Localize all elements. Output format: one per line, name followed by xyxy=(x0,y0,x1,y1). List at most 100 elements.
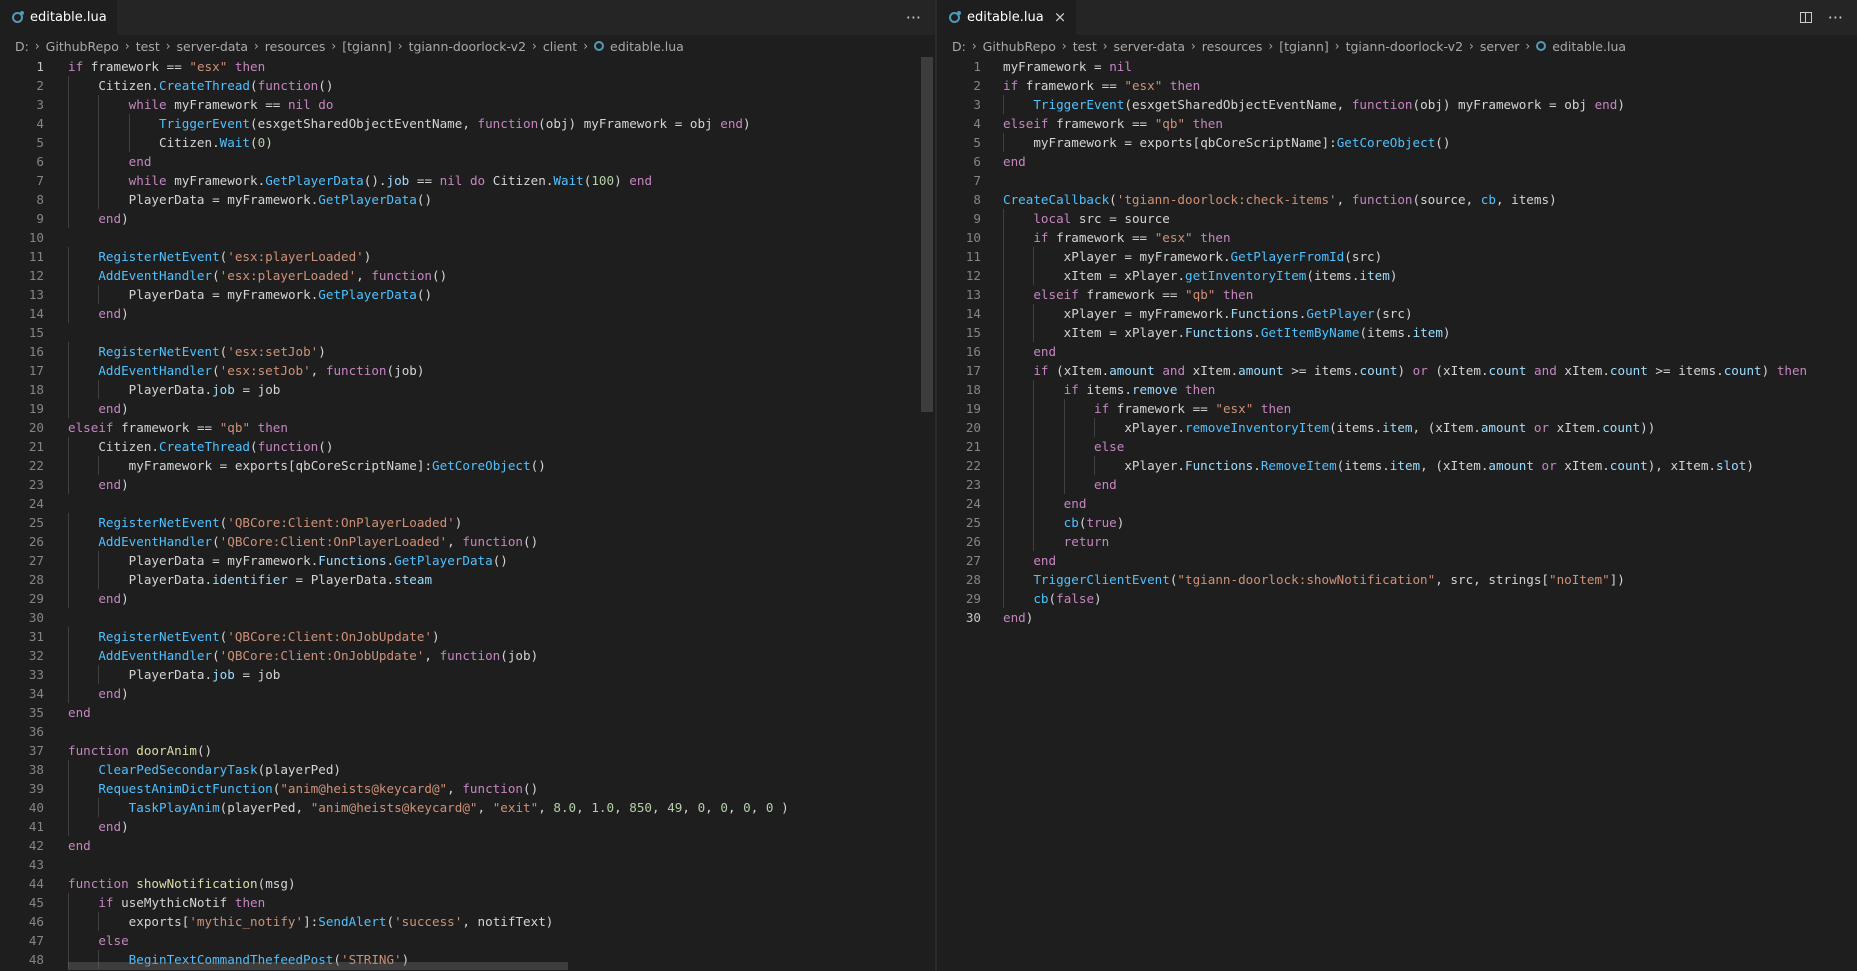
code-line[interactable]: 16 end xyxy=(937,342,1857,361)
breadcrumb-item[interactable]: [tgiann] xyxy=(1279,39,1329,54)
breadcrumb-item[interactable]: tgiann-doorlock-v2 xyxy=(409,39,526,54)
code-line[interactable]: 43 xyxy=(0,855,935,874)
code-line[interactable]: 2 Citizen.CreateThread(function() xyxy=(0,76,935,95)
code-line[interactable]: 35 end xyxy=(0,703,935,722)
code-line[interactable]: 28 TriggerClientEvent("tgiann-doorlock:s… xyxy=(937,570,1857,589)
code-line[interactable]: 37 function doorAnim() xyxy=(0,741,935,760)
breadcrumb-item[interactable]: resources xyxy=(265,39,326,54)
breadcrumb-item[interactable]: D: xyxy=(15,39,29,54)
breadcrumb-item[interactable]: GithubRepo xyxy=(983,39,1056,54)
breadcrumb-item[interactable]: test xyxy=(136,39,160,54)
code-line[interactable]: 26 return xyxy=(937,532,1857,551)
code-line[interactable]: 29 cb(false) xyxy=(937,589,1857,608)
code-line[interactable]: 11 xPlayer = myFramework.GetPlayerFromId… xyxy=(937,247,1857,266)
code-line[interactable]: 19 if framework == "esx" then xyxy=(937,399,1857,418)
code-line[interactable]: 25 RegisterNetEvent('QBCore:Client:OnPla… xyxy=(0,513,935,532)
code-line[interactable]: 8 CreateCallback('tgiann-doorlock:check-i… xyxy=(937,190,1857,209)
code-line[interactable]: 1 if framework == "esx" then xyxy=(0,57,935,76)
code-line[interactable]: 19 end) xyxy=(0,399,935,418)
code-line[interactable]: 32 AddEventHandler('QBCore:Client:OnJobU… xyxy=(0,646,935,665)
code-line[interactable]: 6 end xyxy=(0,152,935,171)
breadcrumb-item[interactable]: test xyxy=(1073,39,1097,54)
code-line[interactable]: 3 while myFramework == nil do xyxy=(0,95,935,114)
breadcrumb-item[interactable]: client xyxy=(543,39,577,54)
code-line[interactable]: 6 end xyxy=(937,152,1857,171)
code-line[interactable]: 27 end xyxy=(937,551,1857,570)
breadcrumb-item[interactable]: resources xyxy=(1202,39,1263,54)
code-line[interactable]: 21 else xyxy=(937,437,1857,456)
code-line[interactable]: 34 end) xyxy=(0,684,935,703)
code-line[interactable]: 10 xyxy=(0,228,935,247)
more-actions-icon[interactable]: ··· xyxy=(906,8,921,27)
code-line[interactable]: 36 xyxy=(0,722,935,741)
code-line[interactable]: 33 PlayerData.job = job xyxy=(0,665,935,684)
code-line[interactable]: 44 function showNotification(msg) xyxy=(0,874,935,893)
code-line[interactable]: 30 xyxy=(0,608,935,627)
more-actions-icon[interactable]: ··· xyxy=(1828,8,1843,27)
code-line[interactable]: 17 AddEventHandler('esx:setJob', functio… xyxy=(0,361,935,380)
code-line[interactable]: 27 PlayerData = myFramework.Functions.Ge… xyxy=(0,551,935,570)
code-line[interactable]: 20 elseif framework == "qb" then xyxy=(0,418,935,437)
code-line[interactable]: 4 TriggerEvent(esxgetSharedObjectEventNa… xyxy=(0,114,935,133)
code-line[interactable]: 23 end) xyxy=(0,475,935,494)
breadcrumb-item[interactable]: server-data xyxy=(1114,39,1185,54)
code-line[interactable]: 38 ClearPedSecondaryTask(playerPed) xyxy=(0,760,935,779)
code-line[interactable]: 26 AddEventHandler('QBCore:Client:OnPlay… xyxy=(0,532,935,551)
code-editor[interactable]: 1 myFramework = nil 2 if framework == "esx"… xyxy=(937,57,1857,971)
code-line[interactable]: 13 elseif framework == "qb" then xyxy=(937,285,1857,304)
code-line[interactable]: 18 PlayerData.job = job xyxy=(0,380,935,399)
code-line[interactable]: 5 myFramework = exports[qbCoreScriptName… xyxy=(937,133,1857,152)
code-line[interactable]: 3 TriggerEvent(esxgetSharedObjectEventNa… xyxy=(937,95,1857,114)
code-line[interactable]: 14 end) xyxy=(0,304,935,323)
code-line[interactable]: 41 end) xyxy=(0,817,935,836)
code-line[interactable]: 24 end xyxy=(937,494,1857,513)
code-line[interactable]: 42 end xyxy=(0,836,935,855)
code-line[interactable]: 15 xItem = xPlayer.Functions.GetItemByNa… xyxy=(937,323,1857,342)
breadcrumb-item[interactable]: server-data xyxy=(177,39,248,54)
code-line[interactable]: 12 xItem = xPlayer.getInventoryItem(item… xyxy=(937,266,1857,285)
code-line[interactable]: 21 Citizen.CreateThread(function() xyxy=(0,437,935,456)
code-line[interactable]: 31 RegisterNetEvent('QBCore:Client:OnJob… xyxy=(0,627,935,646)
code-line[interactable]: 7 xyxy=(937,171,1857,190)
code-line[interactable]: 22 myFramework = exports[qbCoreScriptNam… xyxy=(0,456,935,475)
code-editor[interactable]: 1 if framework == "esx" then 2 Citizen.Cre… xyxy=(0,57,935,971)
code-line[interactable]: 20 xPlayer.removeInventoryItem(items.ite… xyxy=(937,418,1857,437)
tab-editable-lua-client[interactable]: editable.lua xyxy=(0,0,117,35)
code-line[interactable]: 4 elseif framework == "qb" then xyxy=(937,114,1857,133)
code-line[interactable]: 24 xyxy=(0,494,935,513)
code-line[interactable]: 7 while myFramework.GetPlayerData().job … xyxy=(0,171,935,190)
code-line[interactable]: 9 end) xyxy=(0,209,935,228)
code-line[interactable]: 23 end xyxy=(937,475,1857,494)
breadcrumb-item[interactable]: D: xyxy=(952,39,966,54)
code-line[interactable]: 16 RegisterNetEvent('esx:setJob') xyxy=(0,342,935,361)
code-line[interactable]: 10 if framework == "esx" then xyxy=(937,228,1857,247)
code-line[interactable]: 22 xPlayer.Functions.RemoveItem(items.it… xyxy=(937,456,1857,475)
code-line[interactable]: 18 if items.remove then xyxy=(937,380,1857,399)
code-line[interactable]: 25 cb(true) xyxy=(937,513,1857,532)
code-line[interactable]: 40 TaskPlayAnim(playerPed, "anim@heists@… xyxy=(0,798,935,817)
code-line[interactable]: 28 PlayerData.identifier = PlayerData.st… xyxy=(0,570,935,589)
breadcrumb-item[interactable]: GithubRepo xyxy=(46,39,119,54)
vertical-scrollbar[interactable] xyxy=(921,57,933,412)
breadcrumb-item[interactable]: editable.lua xyxy=(610,39,684,54)
code-line[interactable]: 17 if (xItem.amount and xItem.amount >= … xyxy=(937,361,1857,380)
code-line[interactable]: 2 if framework == "esx" then xyxy=(937,76,1857,95)
code-line[interactable]: 45 if useMythicNotif then xyxy=(0,893,935,912)
breadcrumb-item[interactable]: editable.lua xyxy=(1552,39,1626,54)
code-line[interactable]: 15 xyxy=(0,323,935,342)
code-line[interactable]: 12 AddEventHandler('esx:playerLoaded', f… xyxy=(0,266,935,285)
code-line[interactable]: 13 PlayerData = myFramework.GetPlayerDat… xyxy=(0,285,935,304)
tab-editable-lua-server[interactable]: editable.lua × xyxy=(937,0,1077,35)
code-line[interactable]: 14 xPlayer = myFramework.Functions.GetPl… xyxy=(937,304,1857,323)
breadcrumb-item[interactable]: server xyxy=(1480,39,1520,54)
split-editor-icon[interactable] xyxy=(1799,12,1812,23)
code-line[interactable]: 11 RegisterNetEvent('esx:playerLoaded') xyxy=(0,247,935,266)
code-line[interactable]: 46 exports['mythic_notify']:SendAlert('s… xyxy=(0,912,935,931)
code-line[interactable]: 29 end) xyxy=(0,589,935,608)
code-line[interactable]: 39 RequestAnimDictFunction("anim@heists@… xyxy=(0,779,935,798)
code-line[interactable]: 8 PlayerData = myFramework.GetPlayerData… xyxy=(0,190,935,209)
close-icon[interactable]: × xyxy=(1054,10,1067,25)
breadcrumb-item[interactable]: tgiann-doorlock-v2 xyxy=(1346,39,1463,54)
code-line[interactable]: 9 local src = source xyxy=(937,209,1857,228)
code-line[interactable]: 47 else xyxy=(0,931,935,950)
